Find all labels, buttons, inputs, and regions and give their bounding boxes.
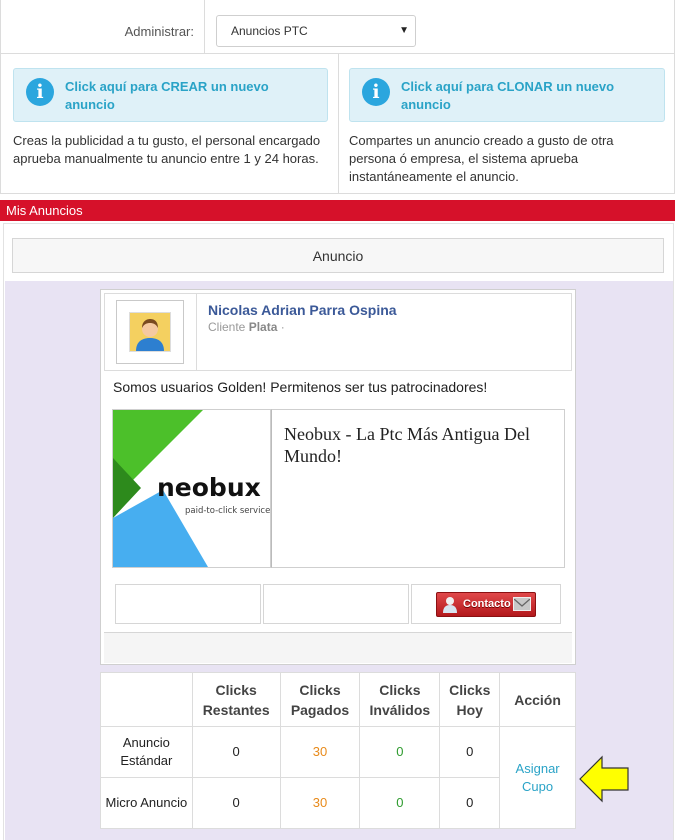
person-icon <box>443 597 457 613</box>
divider <box>571 293 572 370</box>
user-avatar-icon <box>129 312 171 352</box>
ad-action-cell <box>115 584 261 624</box>
section-title: Mis Anuncios <box>0 200 675 221</box>
ad-options: i Click aquí para CREAR un nuevo anuncio… <box>0 54 675 194</box>
clicks-hoy: 0 <box>439 726 501 778</box>
divider <box>104 293 572 294</box>
action-cell: Asignar Cupo <box>499 726 576 829</box>
client-level: Cliente Plata · <box>208 320 285 334</box>
ad-title[interactable]: Neobux - La Ptc Más Antigua Del Mundo! <box>284 423 554 467</box>
ad-type: Anuncio Estándar <box>100 726 193 778</box>
table-row: Anuncio Estándar 0 30 0 0 Asignar Cupo <box>100 726 576 829</box>
arrow-left-icon <box>579 755 629 803</box>
column-header: Clicks Pagados <box>279 672 361 727</box>
table-header-row: Clicks Restantes Clicks Pagados Clicks I… <box>100 672 576 727</box>
client-prefix: Cliente <box>208 320 246 334</box>
create-ad-text: Click aquí para CREAR un nuevo anuncio <box>65 79 269 112</box>
clicks-invalidos: 0 <box>359 777 441 829</box>
contact-label: Contacto <box>463 598 511 610</box>
create-panel: i Click aquí para CREAR un nuevo anuncio… <box>1 54 339 193</box>
clicks-hoy: 0 <box>439 777 501 829</box>
admin-label: Administrar: <box>1 0 205 54</box>
column-header: Clicks Restantes <box>191 672 281 727</box>
admin-bar: Administrar: Anuncios PTC ▼ <box>0 0 675 54</box>
create-description: Creas la publicidad a tu gusto, el perso… <box>13 133 321 166</box>
admin-select-value: Anuncios PTC <box>231 24 308 38</box>
clicks-restantes: 0 <box>191 777 281 829</box>
contact-button[interactable]: Contacto <box>436 592 536 617</box>
column-header <box>100 672 193 727</box>
logo-word: neobux <box>157 473 261 502</box>
admin-select[interactable]: Anuncios PTC ▼ <box>216 15 416 47</box>
ad-stats-table: Clicks Restantes Clicks Pagados Clicks I… <box>100 672 576 829</box>
logo-tagline: paid-to-click service <box>185 506 270 516</box>
clone-ad-text: Click aquí para CLONAR un nuevo anuncio <box>401 79 615 112</box>
column-header: Clicks Inválidos <box>359 672 441 727</box>
divider <box>104 293 105 370</box>
clicks-restantes: 0 <box>191 726 281 778</box>
column-header: Acción <box>499 672 576 727</box>
anuncio-header: Anuncio <box>12 238 664 273</box>
clicks-pagados: 30 <box>279 726 361 778</box>
clicks-invalidos: 0 <box>359 726 441 778</box>
column-header: Clicks Hoy <box>439 672 501 727</box>
ad-type: Micro Anuncio <box>100 777 193 829</box>
info-icon: i <box>26 78 54 106</box>
avatar <box>116 300 184 364</box>
chevron-down-icon: ▼ <box>399 25 409 36</box>
assign-quota-link[interactable]: Asignar Cupo <box>516 761 560 794</box>
ad-footer <box>104 632 572 663</box>
divider <box>104 370 572 371</box>
envelope-icon <box>513 597 531 611</box>
divider <box>196 293 197 370</box>
info-icon: i <box>362 78 390 106</box>
clone-ad-link[interactable]: i Click aquí para CLONAR un nuevo anunci… <box>349 68 665 122</box>
client-level-value: Plata <box>248 320 278 334</box>
author-name[interactable]: Nicolas Adrian Parra Ospina <box>208 302 397 318</box>
ad-action-cell <box>263 584 409 624</box>
clone-description: Compartes un anuncio creado a gusto de o… <box>349 133 614 184</box>
create-ad-link[interactable]: i Click aquí para CREAR un nuevo anuncio <box>13 68 328 122</box>
clicks-pagados: 30 <box>279 777 361 829</box>
ad-image[interactable]: neobux paid-to-click service <box>112 409 271 568</box>
clone-panel: i Click aquí para CLONAR un nuevo anunci… <box>338 54 675 193</box>
ad-slogan: Somos usuarios Golden! Permitenos ser tu… <box>113 379 488 395</box>
